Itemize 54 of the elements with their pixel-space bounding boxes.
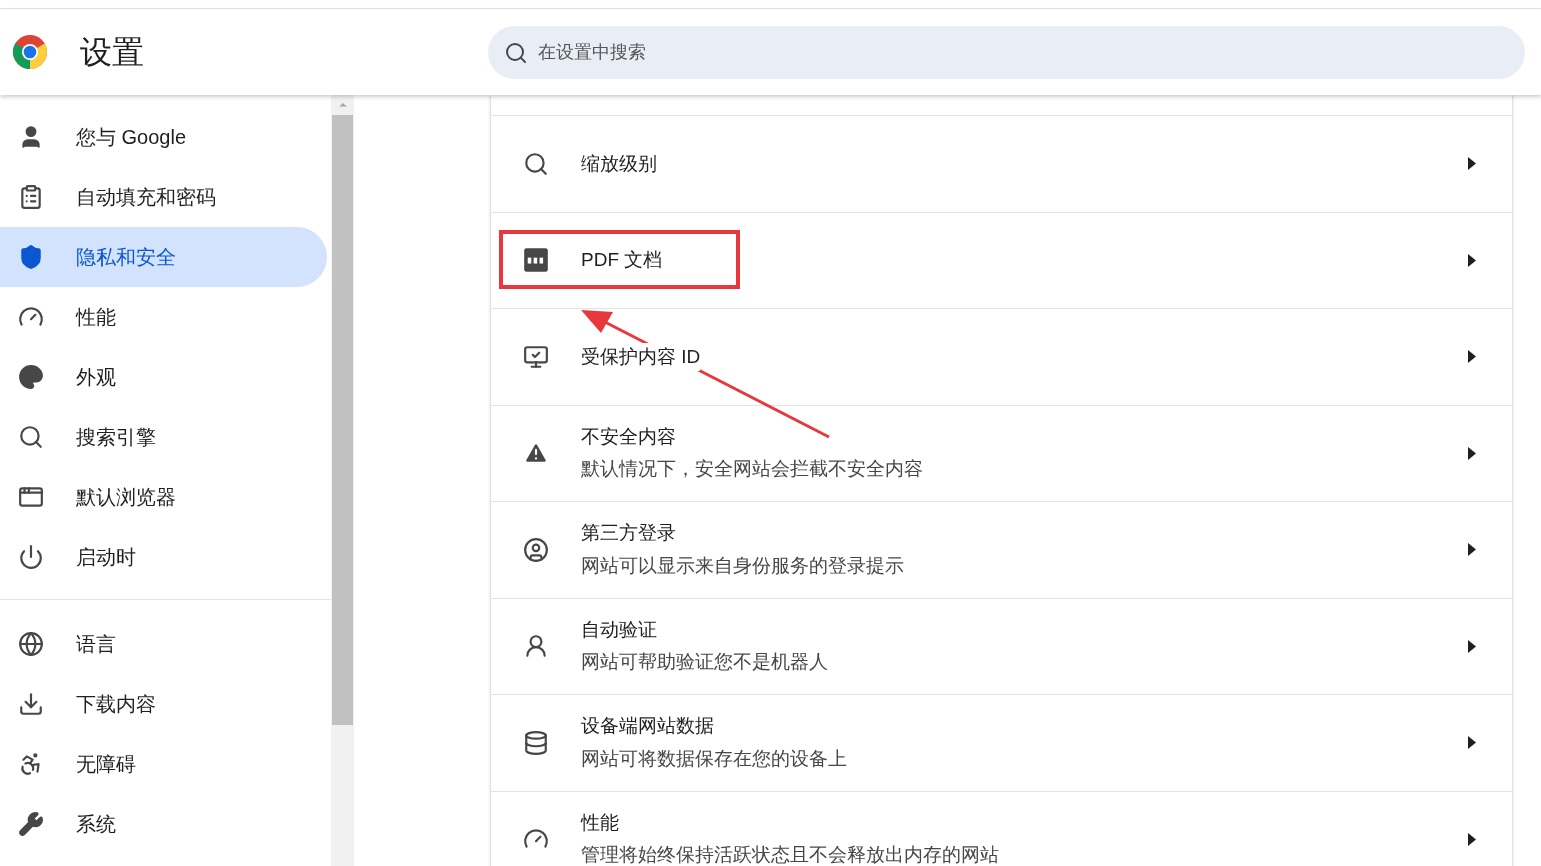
sidebar-item[interactable]: 下载内容 xyxy=(0,674,327,734)
row-title: 受保护内容 ID xyxy=(581,342,701,371)
search-icon xyxy=(523,150,549,177)
browser-logo-icon xyxy=(12,34,48,70)
sidebar-item[interactable]: 自动填充和密码 xyxy=(0,167,327,227)
expand-arrow-icon xyxy=(1468,253,1476,267)
row-description: 管理将始终保持活跃状态且不会释放出内存的网站 xyxy=(581,843,1000,866)
monitor-check-icon xyxy=(523,343,549,370)
sidebar-item[interactable]: 性能 xyxy=(0,287,327,347)
download-icon xyxy=(18,691,44,717)
sidebar-item[interactable]: 隐私和安全 xyxy=(0,227,327,287)
sidebar-item[interactable]: 您与 Google xyxy=(0,107,327,167)
database-icon xyxy=(523,729,549,756)
clipboard-icon xyxy=(18,184,44,210)
row-description: 网站可以显示来自身份服务的登录提示 xyxy=(581,553,905,578)
settings-row[interactable]: 第三方登录 网站可以显示来自身份服务的登录提示 xyxy=(491,502,1512,599)
settings-row[interactable]: 不安全内容 默认情况下，安全网站会拦截不安全内容 xyxy=(491,405,1512,502)
user-circle-icon xyxy=(523,536,549,563)
expand-arrow-icon xyxy=(1468,736,1476,750)
expand-arrow-icon xyxy=(1468,832,1476,846)
wrench-icon xyxy=(18,811,44,837)
document-icon xyxy=(523,247,549,274)
sidebar-item[interactable]: 语言 xyxy=(0,614,327,674)
row-description: 默认情况下，安全网站会拦截不安全内容 xyxy=(581,457,924,482)
search-icon xyxy=(504,40,528,65)
person-icon xyxy=(523,633,549,660)
settings-row[interactable]: 缩放级别 xyxy=(491,116,1512,213)
page-title: 设置 xyxy=(80,33,144,72)
expand-arrow-icon xyxy=(1468,543,1476,557)
settings-row[interactable]: 受保护内容 ID xyxy=(491,309,1512,406)
sidebar-item[interactable]: 无障碍 xyxy=(0,734,327,794)
palette-icon xyxy=(18,364,44,390)
settings-row[interactable]: 性能 管理将始终保持活跃状态且不会释放出内存的网站 xyxy=(491,791,1512,866)
power-icon xyxy=(18,544,44,570)
row-description: 网站可帮助验证您不是机器人 xyxy=(581,650,829,675)
settings-row[interactable]: PDF 文档 xyxy=(491,212,1512,309)
expand-arrow-icon xyxy=(1468,157,1476,171)
shield-icon xyxy=(18,244,44,270)
settings-row[interactable]: 自动验证 网站可帮助验证您不是机器人 xyxy=(491,598,1512,695)
sidebar-item[interactable]: 默认浏览器 xyxy=(0,467,327,527)
browser-window-icon xyxy=(18,484,44,510)
scrollbar[interactable] xyxy=(331,95,354,866)
expand-arrow-icon xyxy=(1468,639,1476,653)
sidebar-item[interactable]: 外观 xyxy=(0,347,327,407)
row-description: 网站可将数据保存在您的设备上 xyxy=(581,746,848,771)
sidebar-item[interactable]: 系统 xyxy=(0,794,327,854)
search-icon xyxy=(18,424,44,450)
expand-arrow-icon xyxy=(1468,446,1476,460)
settings-row[interactable]: 设备端网站数据 网站可将数据保存在您的设备上 xyxy=(491,695,1512,792)
globe-icon xyxy=(18,631,44,657)
sidebar-item[interactable]: 搜索引擎 xyxy=(0,407,327,467)
sidebar-item[interactable]: 启动时 xyxy=(0,527,327,587)
expand-arrow-icon xyxy=(1468,350,1476,364)
search-field[interactable]: 在设置中搜索 xyxy=(488,25,1525,79)
